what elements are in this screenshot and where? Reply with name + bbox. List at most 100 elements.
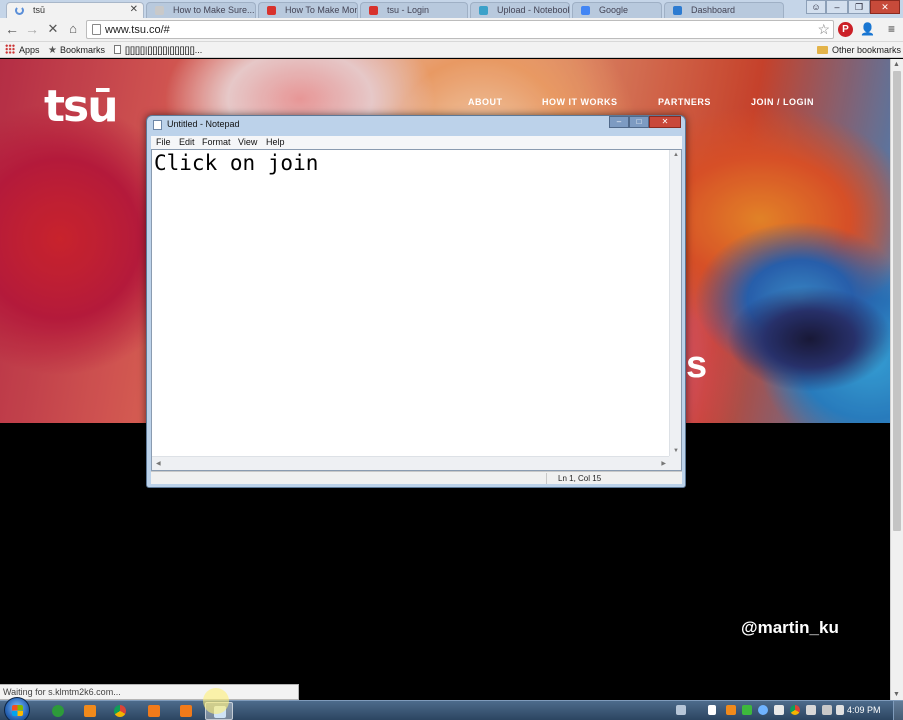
taskbar-media-app[interactable] [44, 702, 72, 720]
tab-background-3[interactable]: tsu - Login [360, 2, 468, 18]
notepad-maximize-button[interactable]: □ [629, 116, 649, 128]
tab-background-5[interactable]: Google [572, 2, 662, 18]
site-logo[interactable]: tsū [44, 81, 119, 132]
bookmark-star-icon[interactable]: ☆ [817, 21, 830, 38]
scroll-up-arrow-icon[interactable]: ▲ [893, 61, 900, 68]
other-bookmarks-label: Other bookmarks [832, 45, 902, 55]
stop-loading-icon[interactable]: ✕ [45, 21, 61, 37]
document-icon[interactable] [836, 705, 844, 715]
apps-shortcut[interactable]: Apps [5, 44, 40, 56]
notepad-vertical-scrollbar[interactable]: ▲ ▼ [669, 150, 681, 456]
menu-help[interactable]: Help [266, 137, 285, 147]
taskbar-vlc[interactable] [76, 702, 104, 720]
network-icon[interactable] [774, 705, 784, 715]
tab-background-1[interactable]: How to Make Sure... [146, 2, 256, 18]
system-tray: 4:09 PM [672, 701, 903, 720]
chrome-icon [114, 705, 126, 717]
show-desktop-button[interactable] [893, 701, 903, 720]
notepad-title: Untitled - Notepad [167, 119, 240, 129]
speaker-icon[interactable] [822, 705, 832, 715]
apps-label: Apps [19, 45, 40, 55]
folder-icon [817, 46, 828, 54]
hamburger-menu-icon[interactable]: ≡ [884, 22, 899, 37]
loading-status: Waiting for s.klmtm2k6.com... [0, 684, 299, 700]
notepad-close-button[interactable]: ✕ [649, 116, 681, 128]
display-icon[interactable] [806, 705, 816, 715]
tab-favicon-icon [479, 6, 488, 15]
browser-tab-strip: tsū ✕ How to Make Sure... How To Make Mo… [0, 0, 903, 18]
flag-icon[interactable] [708, 705, 716, 715]
youtube-icon [369, 6, 378, 15]
menu-format[interactable]: Format [202, 137, 231, 147]
page-icon [114, 45, 121, 54]
app-icon[interactable] [726, 705, 736, 715]
mouse-cursor-highlight [203, 688, 229, 714]
cursor-position: Ln 1, Col 15 [558, 474, 602, 483]
pinterest-icon[interactable]: P [838, 22, 853, 37]
menu-edit[interactable]: Edit [179, 137, 195, 147]
tab-title: How to Make Sure... [173, 5, 255, 15]
scroll-down-arrow-icon[interactable]: ▼ [893, 691, 900, 698]
scroll-right-arrow-icon[interactable]: ▶ [661, 460, 666, 467]
tab-tsu[interactable]: tsū ✕ [6, 2, 144, 18]
taskbar-chrome[interactable] [106, 702, 134, 720]
menu-file[interactable]: File [156, 137, 171, 147]
youtube-icon [267, 6, 276, 15]
tab-close-icon[interactable]: ✕ [130, 4, 138, 15]
tab-title: How To Make Mon... [285, 5, 358, 15]
close-button[interactable]: ✕ [870, 0, 900, 14]
menu-view[interactable]: View [238, 137, 257, 147]
taskbar-clock[interactable]: 4:09 PM [847, 705, 881, 715]
apps-grid-icon [5, 44, 15, 54]
bookmarks-shortcut[interactable]: ★ Bookmarks [48, 44, 105, 56]
address-bar[interactable]: ☆ [86, 20, 834, 39]
tab-favicon-icon [673, 6, 682, 15]
media-player-icon [52, 705, 64, 717]
sync-icon[interactable] [758, 705, 768, 715]
tab-background-4[interactable]: Upload - Notebook [470, 2, 570, 18]
bookmarks-bar: Apps ★ Bookmarks [][][][]|[][][][]|[][][]… [0, 42, 903, 58]
notepad-titlebar[interactable]: Untitled - Notepad [153, 118, 673, 132]
scrollbar-thumb[interactable] [893, 71, 901, 531]
page-scrollbar[interactable]: ▲ ▼ [890, 59, 903, 700]
bookmarks-label: Bookmarks [59, 45, 105, 55]
scroll-up-arrow-icon[interactable]: ▲ [673, 152, 679, 158]
tab-title: Dashboard [691, 5, 736, 15]
nav-how-it-works[interactable]: HOW IT WORKS [542, 97, 618, 107]
status-divider [546, 473, 547, 484]
download-arrow-icon[interactable] [742, 705, 752, 715]
home-icon[interactable]: ⌂ [65, 21, 81, 37]
profile-icon[interactable]: ☺ [806, 0, 826, 14]
nav-join-login[interactable]: JOIN / LOGIN [751, 97, 814, 107]
scroll-down-arrow-icon[interactable]: ▼ [673, 448, 679, 454]
minimize-button[interactable]: – [826, 0, 848, 14]
tab-title: Google [599, 5, 629, 15]
maximize-button[interactable]: ❐ [848, 0, 870, 14]
other-bookmarks[interactable]: Other bookmarks [817, 44, 901, 56]
notepad-statusbar: Ln 1, Col 15 [151, 471, 682, 484]
tab-background-6[interactable]: Dashboard [664, 2, 784, 18]
folder-icon[interactable] [676, 705, 686, 715]
taskbar-app-orange-2[interactable] [172, 702, 200, 720]
url-input[interactable] [105, 22, 805, 37]
tab-favicon-icon [155, 6, 164, 15]
bookmark-page[interactable]: [][][][]|[][][][]|[][][][][]... [114, 44, 202, 56]
hero-headline-fragment: s [686, 344, 708, 386]
back-arrow-icon[interactable]: ← [4, 21, 20, 37]
scrollbar-corner [669, 456, 681, 470]
notepad-minimize-button[interactable]: – [609, 116, 629, 128]
star-icon: ★ [48, 45, 57, 56]
user-icon[interactable]: 👤 [860, 22, 875, 37]
tab-background-2[interactable]: How To Make Mon... [258, 2, 358, 18]
notepad-window: Untitled - Notepad – □ ✕ File Edit Forma… [146, 115, 686, 488]
start-button[interactable] [4, 697, 30, 720]
chrome-icon[interactable] [790, 705, 800, 715]
nav-about[interactable]: ABOUT [468, 97, 503, 107]
notepad-text[interactable] [152, 150, 670, 456]
notepad-horizontal-scrollbar[interactable]: ◀ ▶ [152, 456, 670, 470]
forward-arrow-icon[interactable]: → [24, 21, 40, 37]
nav-partners[interactable]: PARTNERS [658, 97, 711, 107]
scroll-left-arrow-icon[interactable]: ◀ [156, 460, 161, 467]
taskbar-app-orange-1[interactable] [140, 702, 168, 720]
notepad-icon [153, 120, 162, 130]
